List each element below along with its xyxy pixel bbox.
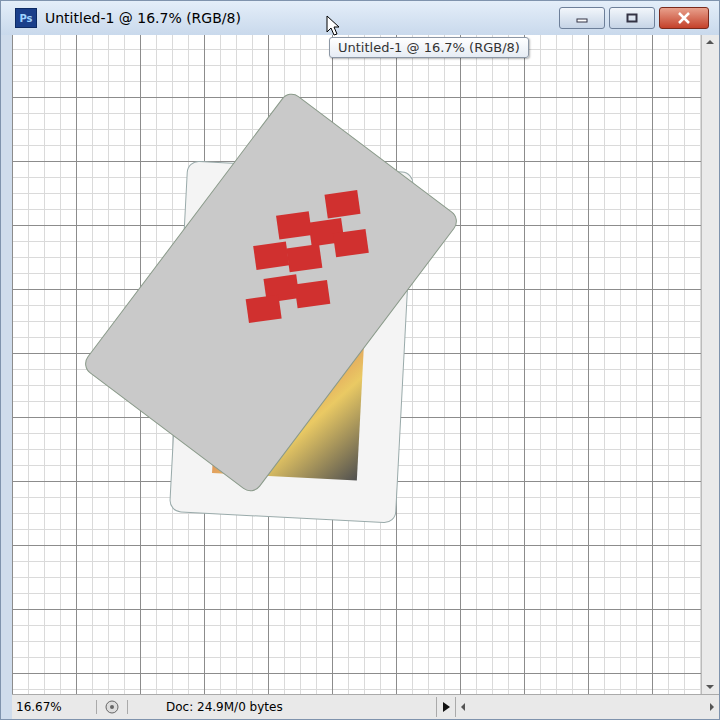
diamond-pip-icon	[333, 229, 369, 257]
diamond-pip-icon	[294, 280, 330, 308]
maximize-icon	[626, 13, 638, 23]
maximize-button[interactable]	[609, 7, 655, 29]
diamond-pip-icon	[253, 242, 289, 270]
diamond-pip-icon	[286, 244, 322, 272]
tooltip: Untitled-1 @ 16.7% (RGB/8)	[329, 37, 529, 58]
scroll-up-icon	[702, 35, 718, 49]
title-bar[interactable]: Ps Untitled-1 @ 16.7% (RGB/8)	[1, 1, 719, 35]
scroll-left-icon	[456, 699, 470, 715]
nine-of-diamonds-card[interactable]	[80, 89, 461, 496]
status-bar: 16.67% Doc: 24.9M/0 bytes	[12, 694, 719, 719]
preview-icon[interactable]	[103, 699, 121, 715]
document-window: Ps Untitled-1 @ 16.7% (RGB/8) 16.67% Doc: 2…	[0, 0, 720, 720]
horizontal-scrollbar[interactable]	[456, 699, 719, 715]
canvas[interactable]	[12, 35, 701, 694]
diamond-pip-icon	[276, 211, 312, 239]
close-icon	[677, 12, 691, 24]
mouse-cursor-icon	[326, 15, 340, 37]
play-arrow-icon	[441, 701, 451, 713]
photoshop-logo-icon: Ps	[15, 8, 37, 28]
zoom-field[interactable]: 16.67%	[12, 700, 97, 714]
minimize-button[interactable]	[559, 7, 605, 29]
window-title: Untitled-1 @ 16.7% (RGB/8)	[45, 10, 241, 26]
diamond-pip-icon	[246, 295, 282, 323]
document-info: Doc: 24.9M/0 bytes	[127, 700, 436, 714]
scroll-right-icon	[705, 699, 719, 715]
status-menu-button[interactable]	[436, 697, 456, 717]
scroll-down-icon	[702, 680, 718, 694]
vertical-scrollbar[interactable]	[701, 35, 719, 694]
close-button[interactable]	[659, 7, 709, 29]
diamond-pip-icon	[324, 190, 360, 218]
minimize-icon	[576, 13, 588, 23]
